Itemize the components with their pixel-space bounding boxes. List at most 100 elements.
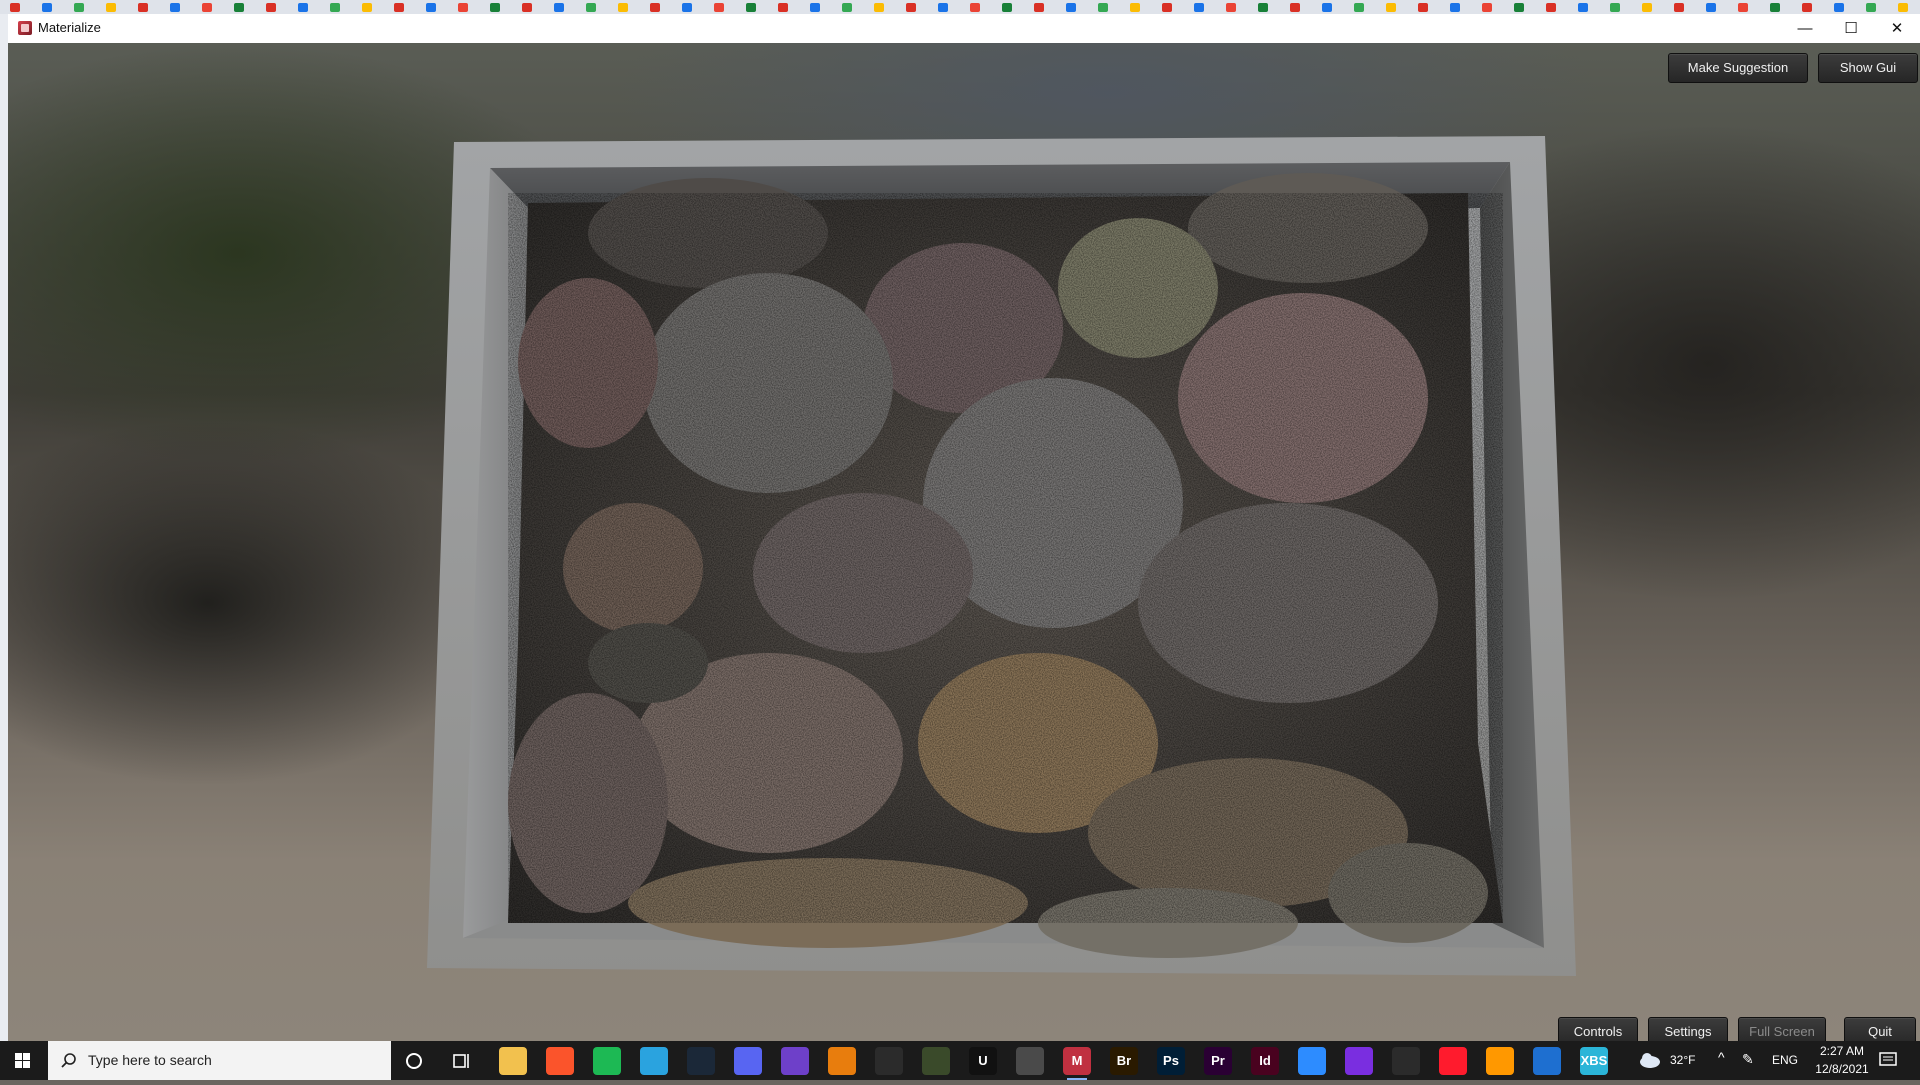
taskbar-app-bridge-icon[interactable]: Br xyxy=(1110,1047,1138,1075)
search-icon xyxy=(61,1053,76,1068)
background-tab-favicon-icon xyxy=(842,3,852,12)
background-tab-favicon-icon xyxy=(1098,3,1108,12)
notifications-icon[interactable] xyxy=(1878,1051,1898,1069)
settings-button[interactable]: Settings xyxy=(1648,1017,1728,1041)
taskbar-search-box[interactable]: Type here to search xyxy=(48,1041,391,1080)
background-tab-favicon-icon xyxy=(42,3,52,12)
rock-texture xyxy=(508,173,1503,958)
background-tab-favicon-icon xyxy=(1546,3,1556,12)
taskbar-app-zoom-icon[interactable] xyxy=(1298,1047,1326,1075)
background-tab-favicon-icon xyxy=(522,3,532,12)
maximize-button[interactable]: ☐ xyxy=(1828,14,1874,43)
show-hidden-icons-chevron-icon[interactable]: ^ xyxy=(1718,1049,1725,1065)
background-tab-favicon-icon xyxy=(1066,3,1076,12)
background-tab-favicon-icon xyxy=(74,3,84,12)
taskbar-app-edge-icon[interactable] xyxy=(1533,1047,1561,1075)
background-tab-favicon-icon xyxy=(1610,3,1620,12)
taskbar-app-opera-icon[interactable] xyxy=(1439,1047,1467,1075)
background-tab-favicon-icon xyxy=(1834,3,1844,12)
taskbar-app-steam-icon[interactable] xyxy=(687,1047,715,1075)
taskbar-app-blender-icon[interactable] xyxy=(828,1047,856,1075)
start-button[interactable] xyxy=(0,1041,48,1080)
taskbar-app-unreal-engine-icon[interactable]: U xyxy=(969,1047,997,1075)
background-tab-favicon-icon xyxy=(938,3,948,12)
background-tab-favicon-icon xyxy=(682,3,692,12)
clock-time[interactable]: 2:27 AM xyxy=(1812,1044,1872,1058)
taskbar-app-indesign-icon[interactable]: Id xyxy=(1251,1047,1279,1075)
clock-date[interactable]: 12/8/2021 xyxy=(1808,1062,1876,1076)
taskbar-app-library-icon[interactable] xyxy=(1392,1047,1420,1075)
background-tab-favicon-icon xyxy=(1642,3,1652,12)
app-window: Materialize — ☐ ✕ Make Suggestion Show G… xyxy=(8,14,1920,1041)
taskbar-app-discord-icon[interactable] xyxy=(734,1047,762,1075)
background-tab-favicon-icon xyxy=(1130,3,1140,12)
background-tab-favicon-icon xyxy=(970,3,980,12)
taskbar-app-telegram-icon[interactable] xyxy=(640,1047,668,1075)
taskbar-app-brave-icon[interactable] xyxy=(546,1047,574,1075)
taskbar-app-materialize-icon[interactable]: M xyxy=(1063,1047,1091,1080)
show-gui-button[interactable]: Show Gui xyxy=(1818,53,1918,83)
background-tab-favicon-icon xyxy=(298,3,308,12)
search-placeholder: Type here to search xyxy=(88,1052,212,1068)
close-button[interactable]: ✕ xyxy=(1874,14,1920,43)
taskbar-app-github-desktop-icon[interactable] xyxy=(781,1047,809,1075)
background-tab-favicon-icon xyxy=(1162,3,1172,12)
background-tab-favicon-icon xyxy=(170,3,180,12)
background-tab-favicon-icon xyxy=(426,3,436,12)
background-tab-favicon-icon xyxy=(1418,3,1428,12)
background-tab-strip xyxy=(0,0,1920,14)
background-tab-favicon-icon xyxy=(234,3,244,12)
make-suggestion-button[interactable]: Make Suggestion xyxy=(1668,53,1808,83)
taskbar-app-chrome-canary-icon[interactable] xyxy=(1016,1047,1044,1075)
background-tab-favicon-icon xyxy=(1354,3,1364,12)
pen-icon[interactable]: ✎ xyxy=(1742,1051,1754,1068)
background-tab-favicon-icon xyxy=(362,3,372,12)
background-tab-favicon-icon xyxy=(106,3,116,12)
full-screen-button[interactable]: Full Screen xyxy=(1738,1017,1826,1041)
taskbar-app-file-explorer-icon[interactable] xyxy=(499,1047,527,1075)
taskbar-app-photoshop-icon[interactable]: Ps xyxy=(1157,1047,1185,1075)
taskbar-app-visual-studio-icon[interactable] xyxy=(875,1047,903,1075)
window-title: Materialize xyxy=(38,20,101,35)
background-tab-favicon-icon xyxy=(874,3,884,12)
background-tab-favicon-icon xyxy=(1578,3,1588,12)
background-tab-favicon-icon xyxy=(714,3,724,12)
taskbar: Type here to search U M Br Ps Pr Id XBS 32°F ^… xyxy=(0,1041,1920,1080)
background-tab-favicon-icon xyxy=(330,3,340,12)
taskbar-app-sublime-icon[interactable] xyxy=(1486,1047,1514,1075)
weather-cloud-icon[interactable] xyxy=(1638,1051,1662,1069)
background-tab-favicon-icon xyxy=(202,3,212,12)
background-tab-favicon-icon xyxy=(266,3,276,12)
background-tab-favicon-icon xyxy=(1866,3,1876,12)
title-bar: Materialize — ☐ ✕ xyxy=(8,14,1920,44)
background-tab-favicon-icon xyxy=(1898,3,1908,12)
background-tab-favicon-icon xyxy=(1322,3,1332,12)
background-tab-favicon-icon xyxy=(650,3,660,12)
background-tab-favicon-icon xyxy=(138,3,148,12)
minimize-button[interactable]: — xyxy=(1782,14,1828,43)
taskbar-app-podcast-icon[interactable] xyxy=(1345,1047,1373,1075)
material-preview-frame xyxy=(8,43,1920,1041)
cortana-icon[interactable] xyxy=(404,1051,424,1071)
task-view-icon[interactable] xyxy=(452,1051,472,1071)
taskbar-app-xbs-icon[interactable]: XBS xyxy=(1580,1047,1608,1075)
background-tab-favicon-icon xyxy=(1450,3,1460,12)
3d-viewport[interactable]: Make Suggestion Show Gui Controls Settin… xyxy=(8,43,1920,1041)
weather-temperature[interactable]: 32°F xyxy=(1670,1053,1695,1067)
taskbar-app-spotify-icon[interactable] xyxy=(593,1047,621,1075)
background-tab-favicon-icon xyxy=(554,3,564,12)
language-indicator[interactable]: ENG xyxy=(1772,1053,1798,1067)
background-tab-favicon-icon xyxy=(1002,3,1012,12)
background-tab-favicon-icon xyxy=(458,3,468,12)
quit-button[interactable]: Quit xyxy=(1844,1017,1916,1041)
controls-button[interactable]: Controls xyxy=(1558,1017,1638,1041)
background-tab-favicon-icon xyxy=(586,3,596,12)
background-tab-favicon-icon xyxy=(1194,3,1204,12)
background-tab-favicon-icon xyxy=(1514,3,1524,12)
background-tab-favicon-icon xyxy=(906,3,916,12)
background-tab-favicon-icon xyxy=(746,3,756,12)
windows-logo-icon xyxy=(15,1053,30,1068)
background-tab-favicon-icon xyxy=(1706,3,1716,12)
taskbar-app-premiere-pro-icon[interactable]: Pr xyxy=(1204,1047,1232,1075)
taskbar-app-substance-icon[interactable] xyxy=(922,1047,950,1075)
